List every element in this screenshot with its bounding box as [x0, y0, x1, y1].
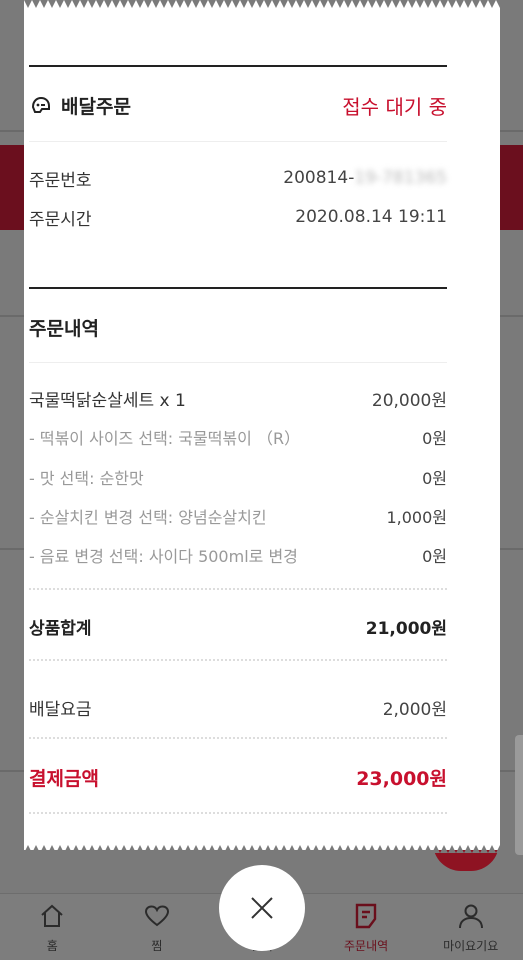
section-divider — [29, 287, 447, 289]
order-number-label: 주문번호 — [29, 170, 92, 191]
delivery-fee-label: 배달요금 — [29, 699, 92, 720]
subtotal-row: 상품합계 21,000원 — [29, 613, 447, 639]
order-status: 접수 대기 중 — [342, 94, 447, 119]
order-list-icon — [351, 901, 381, 931]
dotted-divider — [29, 812, 447, 814]
nav-item-home[interactable]: 홈 — [0, 894, 105, 960]
order-header: 배달주문 접수 대기 중 — [29, 88, 447, 122]
option-label: - 떡볶이 사이즈 선택: 국물떡볶이 （R） — [29, 429, 301, 448]
person-icon — [456, 901, 486, 931]
option-price: 0원 — [422, 469, 447, 488]
option-price: 0원 — [422, 547, 447, 566]
order-time-row: 주문시간 2020.08.14 19:11 — [29, 205, 447, 230]
receipt-top-edge — [24, 0, 500, 8]
order-type-label: 배달주문 — [61, 95, 131, 118]
home-icon — [37, 901, 67, 931]
option-label: - 순살치킨 변경 선택: 양념순살치킨 — [29, 508, 267, 527]
option-label: - 맛 선택: 순한맛 — [29, 469, 144, 488]
close-icon — [249, 895, 275, 921]
order-number-prefix: 200814- — [283, 168, 355, 188]
section-divider — [29, 65, 447, 67]
heart-icon — [142, 901, 172, 931]
scrollbar[interactable] — [515, 735, 523, 855]
option-row: - 맛 선택: 순한맛 0원 — [29, 465, 447, 489]
divider — [29, 141, 447, 142]
option-row: - 순살치킨 변경 선택: 양념순살치킨 1,000원 — [29, 504, 447, 528]
option-row: - 음료 변경 선택: 사이다 500ml로 변경 0원 — [29, 543, 447, 567]
nav-label: 홈 — [46, 938, 58, 953]
option-price: 1,000원 — [386, 508, 447, 527]
nav-label: 마이요기요 — [443, 938, 499, 953]
order-number-row: 주문번호 200814-19-781365 — [29, 166, 447, 191]
dotted-divider — [29, 588, 447, 590]
order-time-value: 2020.08.14 19:11 — [295, 207, 447, 227]
receipt-bottom-edge — [24, 845, 500, 853]
nav-item-favorites[interactable]: 찜 — [105, 894, 210, 960]
delivery-fee-row: 배달요금 2,000원 — [29, 694, 447, 720]
option-row: - 떡볶이 사이즈 선택: 국물떡볶이 （R） 0원 — [29, 425, 447, 449]
delivery-helmet-icon — [29, 93, 53, 117]
order-number-value: 200814-19-781365 — [283, 168, 447, 188]
main-item-price: 20,000원 — [371, 390, 447, 411]
dotted-divider — [29, 737, 447, 739]
option-price: 0원 — [422, 429, 447, 448]
dotted-divider — [29, 659, 447, 661]
delivery-fee-value: 2,000원 — [382, 699, 447, 720]
main-item-name: 국물떡닭순살세트 x 1 — [29, 390, 186, 411]
nav-label: 찜 — [151, 938, 163, 953]
close-button[interactable] — [219, 865, 305, 951]
divider — [29, 362, 447, 363]
main-item-row: 국물떡닭순살세트 x 1 20,000원 — [29, 386, 447, 411]
option-label: - 음료 변경 선택: 사이다 500ml로 변경 — [29, 547, 298, 566]
total-label: 결제금액 — [29, 767, 99, 790]
order-number-blurred: 19-781365 — [354, 168, 447, 188]
details-title: 주문내역 — [29, 317, 99, 340]
nav-item-my-yogiyo[interactable]: 마이요기요 — [418, 894, 523, 960]
total-row: 결제금액 23,000원 — [29, 763, 447, 791]
subtotal-value: 21,000원 — [365, 618, 447, 639]
details-header: 주문내역 — [29, 313, 447, 341]
subtotal-label: 상품합계 — [29, 618, 92, 639]
nav-label: 주문내역 — [343, 938, 389, 953]
nav-item-orders[interactable]: 주문내역 — [314, 894, 419, 960]
order-time-label: 주문시간 — [29, 209, 92, 230]
total-value: 23,000원 — [356, 767, 447, 790]
